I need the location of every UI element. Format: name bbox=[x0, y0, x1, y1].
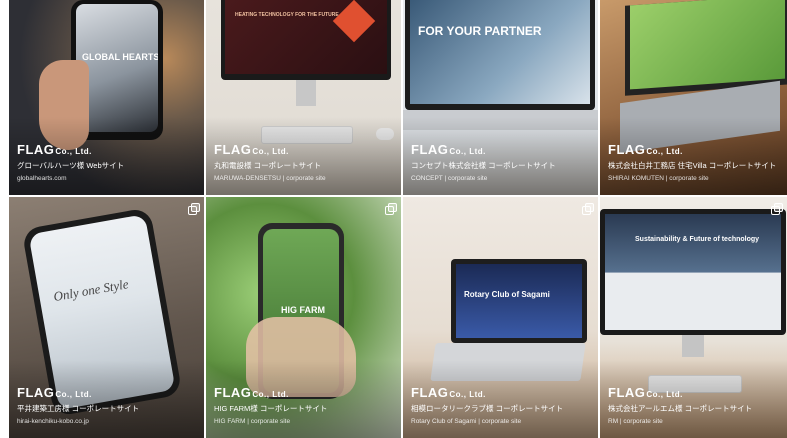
brand-logo: FLAGCo., Ltd. bbox=[214, 142, 289, 157]
screen-text: Rotary Club of Sagami bbox=[464, 290, 550, 299]
post-url: MARUWA-DENSETSU | corporate site bbox=[214, 175, 326, 182]
post-title: 相模ロータリークラブ様 コーポレートサイト bbox=[411, 404, 564, 413]
post-url: RM | corporate site bbox=[608, 418, 663, 425]
laptop-image: Rotary Club of Sagami bbox=[451, 259, 587, 343]
multi-image-icon bbox=[188, 203, 200, 215]
brand-logo: FLAGCo., Ltd. bbox=[411, 385, 486, 400]
brand-logo: FLAGCo., Ltd. bbox=[214, 385, 289, 400]
screen-text: HEATING TECHNOLOGY FOR THE FUTURE bbox=[235, 12, 339, 18]
screen-text: Sustainability & Future of technology bbox=[635, 236, 760, 243]
post-url: HIG FARM | corporate site bbox=[214, 418, 291, 425]
portfolio-grid: GLOBAL HEARTS FLAGCo., Ltd. グローバルハーツ様 We… bbox=[0, 0, 787, 438]
portfolio-tile-6[interactable]: HIG FARM FLAGCo., Ltd. HIG FARM様 コーポレートサ… bbox=[206, 197, 401, 438]
portfolio-tile-1[interactable]: GLOBAL HEARTS FLAGCo., Ltd. グローバルハーツ様 We… bbox=[9, 0, 204, 195]
screen-text: Only one Style bbox=[52, 276, 130, 305]
portfolio-tile-4[interactable]: FLAGCo., Ltd. 株式会社白井工務店 住宅Villa コーポレートサイ… bbox=[600, 0, 787, 195]
multi-image-icon bbox=[385, 203, 397, 215]
brand-logo: FLAGCo., Ltd. bbox=[608, 142, 683, 157]
laptop-image bbox=[625, 0, 787, 96]
portfolio-tile-5[interactable]: Only one Style FLAGCo., Ltd. 平井建築工房様 コーポ… bbox=[9, 197, 204, 438]
post-title: HIG FARM様 コーポレートサイト bbox=[214, 404, 328, 413]
post-title: 株式会社アールエム様 コーポレートサイト bbox=[608, 404, 753, 413]
post-url: CONCEPT | corporate site bbox=[411, 175, 488, 182]
portfolio-tile-8[interactable]: Sustainability & Future of technology FL… bbox=[600, 197, 787, 438]
post-title: グローバルハーツ様 Webサイト bbox=[17, 161, 125, 170]
screen-text: GLOBAL HEARTS bbox=[82, 52, 158, 62]
post-url: hirai-kenchiku-kobo.co.jp bbox=[17, 418, 89, 425]
post-title: 丸和電設様 コーポレートサイト bbox=[214, 161, 322, 170]
brand-logo: FLAGCo., Ltd. bbox=[608, 385, 683, 400]
screen-text: HIG FARM bbox=[281, 305, 325, 315]
post-url: globalhearts.com bbox=[17, 175, 67, 182]
post-url: SHIRAI KOMUTEN | corporate site bbox=[608, 175, 709, 182]
post-title: コンセプト株式会社様 コーポレートサイト bbox=[411, 161, 556, 170]
portfolio-tile-2[interactable]: HEATING TECHNOLOGY FOR THE FUTURE FLAGCo… bbox=[206, 0, 401, 195]
brand-logo: FLAGCo., Ltd. bbox=[17, 385, 92, 400]
monitor-image: HEATING TECHNOLOGY FOR THE FUTURE bbox=[221, 0, 391, 80]
brand-logo: FLAGCo., Ltd. bbox=[411, 142, 486, 157]
post-title: 株式会社白井工務店 住宅Villa コーポレートサイト bbox=[608, 161, 777, 170]
portfolio-tile-7[interactable]: Rotary Club of Sagami FLAGCo., Ltd. 相模ロー… bbox=[403, 197, 598, 438]
post-url: Rotary Club of Sagami | corporate site bbox=[411, 418, 522, 425]
multi-image-icon bbox=[582, 203, 594, 215]
screen-text: FOR YOUR PARTNER bbox=[418, 24, 542, 38]
post-title: 平井建築工房様 コーポレートサイト bbox=[17, 404, 140, 413]
multi-image-icon bbox=[771, 203, 783, 215]
monitor-image: Sustainability & Future of technology bbox=[600, 209, 786, 335]
laptop-image: FOR YOUR PARTNER bbox=[405, 0, 595, 110]
portfolio-tile-3[interactable]: FOR YOUR PARTNER FLAGCo., Ltd. コンセプト株式会社… bbox=[403, 0, 598, 195]
brand-logo: FLAGCo., Ltd. bbox=[17, 142, 92, 157]
